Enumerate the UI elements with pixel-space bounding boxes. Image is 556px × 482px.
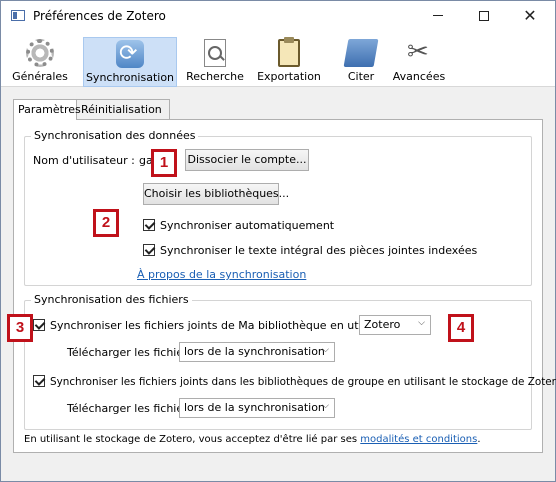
data-sync-title: Synchronisation des données	[31, 129, 199, 142]
toolbar-label: Générales	[12, 70, 68, 83]
download-files-label-2: Télécharger les fichiers	[67, 402, 194, 415]
chevron-down-icon: ⌵	[322, 345, 329, 355]
tab-reinitialisation[interactable]: Réinitialisation	[76, 99, 170, 119]
unlink-account-button[interactable]: Dissocier le compte...	[185, 149, 309, 171]
file-sync-title: Synchronisation des fichiers	[31, 293, 192, 306]
toolbar-item-citer[interactable]: Citer	[331, 37, 391, 87]
clipboard-icon	[278, 37, 300, 67]
download-files-label-1: Télécharger les fichiers	[67, 346, 194, 359]
toolbar-item-generales[interactable]: Générales	[7, 37, 73, 87]
storage-select[interactable]: Zotero ⌵	[359, 315, 431, 335]
maximize-icon	[479, 10, 489, 21]
group-library-sync-checkbox[interactable]	[33, 375, 45, 387]
toolbar-item-avancees[interactable]: Avancées	[385, 37, 453, 87]
settings-panel: Synchronisation des données Nom d'utilis…	[13, 119, 556, 453]
folder-icon	[343, 39, 379, 67]
minimize-button[interactable]	[415, 1, 461, 31]
auto-sync-checkbox-row[interactable]: Synchroniser automatiquement	[143, 219, 334, 232]
group-library-sync-label: Synchroniser les fichiers joints dans le…	[50, 376, 556, 388]
fulltext-sync-label: Synchroniser le texte intégral des pièce…	[160, 244, 478, 257]
username-label: Nom d'utilisateur :	[33, 154, 135, 167]
callout-marker-3: 3	[7, 314, 33, 342]
tools-icon	[405, 37, 433, 67]
fulltext-sync-checkbox[interactable]	[143, 244, 155, 256]
maximize-button[interactable]	[461, 1, 507, 31]
preferences-toolbar: Générales Synchronisation Recherche Expo…	[1, 31, 555, 87]
storage-terms-text: En utilisant le stockage de Zotero, vous…	[24, 434, 481, 445]
gear-icon	[26, 39, 54, 67]
close-icon: ✕	[523, 6, 537, 25]
minimize-icon	[433, 15, 443, 16]
fulltext-sync-checkbox-row[interactable]: Synchroniser le texte intégral des pièce…	[143, 244, 477, 257]
auto-sync-label: Synchroniser automatiquement	[160, 219, 335, 232]
download-timing-select-1[interactable]: lors de la synchronisation ⌵	[179, 342, 335, 362]
callout-marker-2: 2	[93, 209, 119, 237]
terms-text-after: .	[477, 434, 481, 445]
toolbar-label: Avancées	[392, 70, 446, 83]
close-button[interactable]: ✕	[507, 1, 553, 31]
terms-text-before: En utilisant le stockage de Zotero, vous…	[24, 434, 361, 445]
app-window-icon	[11, 10, 25, 21]
terms-link[interactable]: modalités et conditions	[360, 434, 477, 445]
sync-icon	[116, 40, 144, 68]
auto-sync-checkbox[interactable]	[143, 219, 155, 231]
storage-select-value: Zotero	[364, 318, 401, 331]
toolbar-label: Recherche	[186, 70, 244, 83]
about-sync-link[interactable]: À propos de la synchronisation	[137, 268, 306, 281]
download-timing-value-2: lors de la synchronisation	[184, 401, 325, 414]
toolbar-label: Synchronisation	[85, 71, 175, 84]
toolbar-item-exportation[interactable]: Exportation	[251, 37, 327, 87]
my-library-sync-checkbox[interactable]	[33, 319, 45, 331]
callout-marker-1: 1	[151, 149, 177, 177]
tab-parametres[interactable]: Paramètres	[13, 99, 81, 120]
tab-label: Réinitialisation	[81, 103, 162, 116]
preferences-window: Préférences de Zotero ✕ Générales Synchr…	[0, 0, 556, 482]
window-title: Préférences de Zotero	[33, 9, 166, 23]
title-bar: Préférences de Zotero ✕	[1, 1, 555, 31]
toolbar-label: Citer	[347, 70, 375, 83]
callout-marker-4: 4	[448, 314, 474, 342]
download-timing-select-2[interactable]: lors de la synchronisation ⌵	[179, 398, 335, 418]
chevron-down-icon: ⌵	[322, 401, 329, 411]
toolbar-item-synchronisation[interactable]: Synchronisation	[83, 37, 177, 87]
toolbar-label: Exportation	[257, 70, 321, 83]
toolbar-item-recherche[interactable]: Recherche	[181, 37, 249, 87]
my-library-sync-checkbox-row[interactable]: Synchroniser les fichiers joints de Ma b…	[33, 319, 392, 332]
tab-label: Paramètres	[18, 103, 81, 116]
choose-libraries-button[interactable]: Choisir les bibliothèques...	[143, 183, 289, 205]
my-library-sync-label: Synchroniser les fichiers joints de Ma b…	[50, 319, 392, 332]
download-timing-value-1: lors de la synchronisation	[184, 345, 325, 358]
chevron-down-icon: ⌵	[418, 318, 425, 328]
search-icon	[204, 39, 226, 67]
group-library-sync-checkbox-row[interactable]: Synchroniser les fichiers joints dans le…	[33, 375, 556, 388]
